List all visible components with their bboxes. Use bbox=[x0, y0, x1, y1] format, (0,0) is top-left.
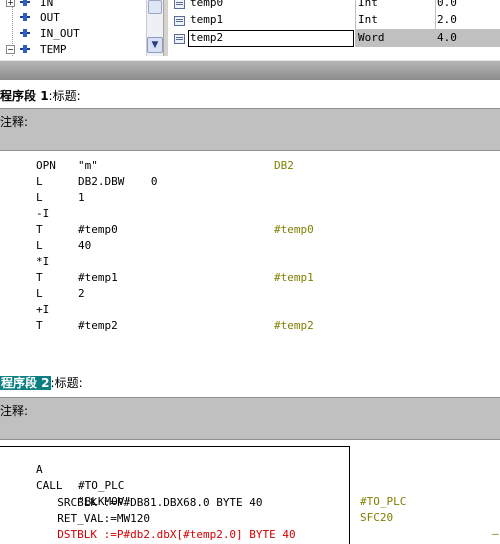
variable-icon bbox=[174, 0, 185, 9]
expand-icon[interactable]: + bbox=[6, 0, 15, 7]
network1-title[interactable]: 程序段 1:标题: bbox=[0, 87, 81, 104]
parameter-icon bbox=[20, 13, 30, 21]
instruction: OPN bbox=[36, 159, 56, 172]
variable-row-selected[interactable]: temp2 Word 4.0 bbox=[168, 29, 500, 47]
network-title-suffix: :标题: bbox=[48, 89, 81, 103]
parameter-icon bbox=[20, 0, 30, 6]
line-comment: #temp0 bbox=[274, 223, 314, 236]
parameter-icon bbox=[20, 45, 30, 53]
variable-icon bbox=[174, 16, 185, 26]
tree-item-label: IN_OUT bbox=[40, 27, 80, 40]
network1-comment-area[interactable]: 注释: bbox=[0, 108, 500, 151]
network-title-suffix: :标题: bbox=[50, 376, 83, 390]
operand: #temp1 bbox=[78, 271, 118, 284]
operand: 2 bbox=[78, 287, 85, 300]
variable-initial-value[interactable]: 4.0 bbox=[435, 29, 500, 47]
network2-comment-area[interactable]: 注释: bbox=[0, 397, 500, 440]
code-line[interactable]: L 40 bbox=[0, 238, 500, 254]
tree-item-label: IN bbox=[40, 0, 54, 9]
instruction: L bbox=[36, 287, 43, 300]
code-line[interactable]: L2 bbox=[0, 286, 500, 302]
instruction: L bbox=[36, 175, 43, 188]
instruction: T bbox=[36, 319, 43, 332]
instruction: *I bbox=[36, 255, 50, 268]
declaration-area: + IN OUT IN_OUT − TEMP ▼ temp0 Int 0.0 t… bbox=[0, 0, 500, 56]
line-comment: #temp1 bbox=[274, 271, 314, 284]
operand: 40 bbox=[78, 239, 92, 252]
tree-item-label: TEMP bbox=[40, 43, 67, 56]
pane-divider[interactable] bbox=[0, 60, 500, 80]
variable-table: temp0 Int 0.0 temp1 Int 2.0 temp2 Word 4… bbox=[168, 0, 500, 56]
instruction: +I bbox=[36, 303, 50, 316]
code-line[interactable]: OPN "m" DB2 bbox=[0, 158, 500, 174]
line-comment: DB2 bbox=[274, 159, 294, 172]
code-line-error[interactable]: DSTBLK :=P#db2.dbX[#temp2.0] BYTE 40 bbox=[44, 511, 295, 541]
instruction: -I bbox=[36, 207, 50, 220]
instruction: T bbox=[36, 271, 43, 284]
tree-item-label: OUT bbox=[40, 11, 60, 24]
instruction: L bbox=[36, 239, 43, 252]
code-line[interactable]: CALL "BLKMOV" SFC20 — bbox=[0, 462, 500, 540]
line-comment: #temp2 bbox=[274, 319, 314, 332]
parameter-icon bbox=[20, 29, 30, 37]
variable-type[interactable]: Int bbox=[355, 11, 436, 29]
variable-name[interactable]: temp1 bbox=[190, 11, 223, 29]
line-comment: SFC20 bbox=[360, 511, 394, 524]
comment-label: 注释: bbox=[0, 404, 29, 418]
operand: #temp2 bbox=[78, 319, 118, 332]
operand: 1 bbox=[78, 191, 85, 204]
code-line[interactable]: +I bbox=[0, 302, 500, 318]
call-parameter-error: DSTBLK :=P#db2.dbX[#temp2.0] BYTE 40 bbox=[57, 528, 296, 541]
instruction: L bbox=[36, 191, 43, 204]
operand: "m" bbox=[78, 159, 98, 172]
code-line[interactable]: -I bbox=[0, 206, 500, 222]
variable-icon bbox=[174, 34, 185, 44]
variable-name[interactable]: temp2 bbox=[190, 29, 223, 47]
variable-initial-value[interactable]: 2.0 bbox=[435, 11, 500, 29]
code-line[interactable]: L DB2.DBW 0 bbox=[0, 174, 500, 190]
comment-label: 注释: bbox=[0, 115, 29, 129]
network-number: 1 bbox=[36, 89, 49, 103]
collapse-icon[interactable]: − bbox=[6, 45, 15, 54]
code-line[interactable]: T #temp1 #temp1 bbox=[0, 270, 500, 286]
code-line[interactable]: RET_VAL:=MW120 bbox=[44, 495, 150, 525]
code-line[interactable]: SRCBLK :=P#DB81.DBX68.0 BYTE 40 bbox=[44, 479, 262, 509]
code-line[interactable]: A #TO_PLC #TO_PLC bbox=[0, 446, 500, 508]
network-label: 程序段 bbox=[0, 89, 37, 103]
network-label-selected: 程序段 2 bbox=[0, 376, 51, 390]
instruction: T bbox=[36, 223, 43, 236]
line-comment-continuation: — bbox=[492, 527, 499, 540]
line-comment: #TO_PLC bbox=[360, 495, 407, 508]
variable-row[interactable]: temp1 Int 2.0 bbox=[168, 11, 500, 29]
operand: #temp0 bbox=[78, 223, 118, 236]
code-line[interactable]: *I bbox=[0, 254, 500, 270]
code-line[interactable]: T #temp0 #temp0 bbox=[0, 222, 500, 238]
code-line[interactable]: T #temp2 #temp2 bbox=[0, 318, 500, 334]
operand: DB2.DBW 0 bbox=[78, 175, 158, 188]
code-line[interactable]: L1 bbox=[0, 190, 500, 206]
scrollbar-thumb[interactable] bbox=[148, 0, 162, 14]
network2-title[interactable]: 程序段 2:标题: bbox=[0, 374, 83, 391]
scroll-down-icon[interactable]: ▼ bbox=[147, 37, 163, 53]
variable-type[interactable]: Word bbox=[355, 29, 436, 47]
interface-tree: + IN OUT IN_OUT − TEMP bbox=[0, 0, 146, 56]
